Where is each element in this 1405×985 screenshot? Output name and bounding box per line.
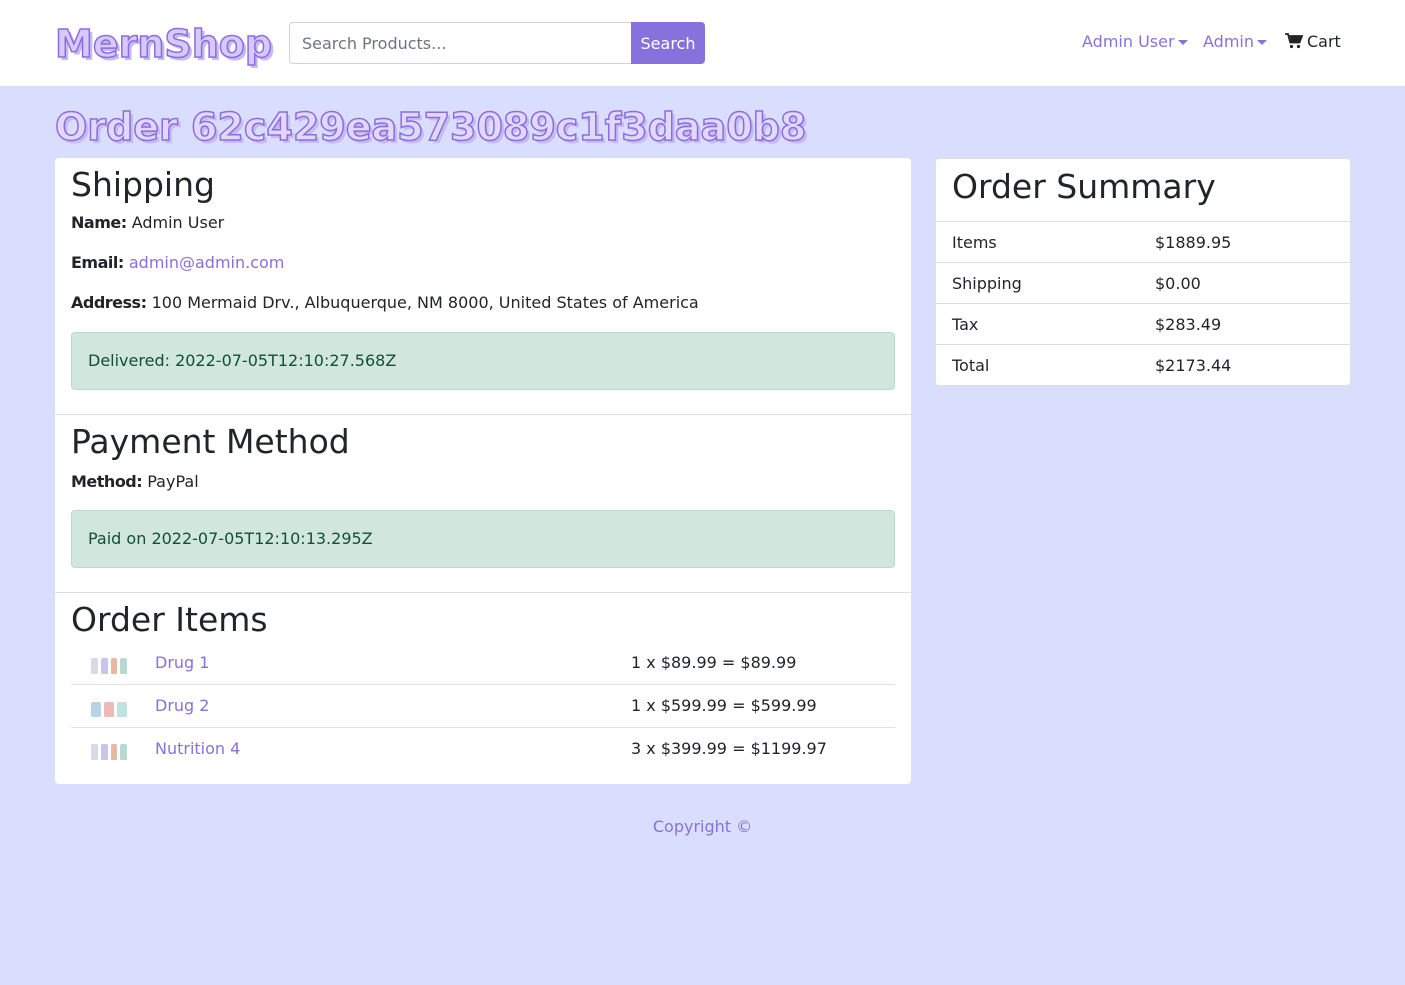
bottle-shape (120, 744, 127, 760)
order-summary-card: Order Summary Items $1889.95 Shipping $0… (935, 158, 1351, 386)
user-menu-label: Admin User (1082, 32, 1175, 51)
shipping-section: Shipping Name: Admin User Email: admin@a… (55, 158, 911, 414)
shipping-email: Email: admin@admin.com (71, 252, 284, 274)
method-value: PayPal (147, 472, 199, 491)
line-total: 3 x $399.99 = $1199.97 (631, 739, 827, 758)
bottle-shape (110, 744, 118, 760)
search-input[interactable] (289, 22, 632, 64)
name-value: Admin User (131, 213, 225, 232)
summary-label: Shipping (952, 274, 1022, 293)
line-total: 1 x $599.99 = $599.99 (631, 696, 817, 715)
shipping-address: Address: 100 Mermaid Drv., Albuquerque, … (71, 292, 699, 314)
method-label: Method: (71, 472, 143, 491)
product-image (91, 654, 127, 674)
bottle-shape (91, 702, 101, 717)
address-value: 100 Mermaid Drv., Albuquerque, NM 8000, … (151, 293, 699, 312)
summary-row-shipping: Shipping $0.00 (936, 262, 1350, 303)
product-link[interactable]: Nutrition 4 (155, 738, 240, 760)
payment-method: Method: PayPal (71, 471, 199, 493)
order-items-title: Order Items (71, 600, 268, 639)
name-label: Name: (71, 213, 127, 232)
shipping-name: Name: Admin User (71, 212, 224, 234)
payment-section: Payment Method Method: PayPal Paid on 20… (55, 414, 911, 592)
cart-link[interactable]: Cart (1285, 31, 1341, 55)
bottle-shape (100, 658, 108, 674)
bottle-shape (120, 658, 127, 674)
email-link[interactable]: admin@admin.com (129, 253, 285, 272)
admin-menu-dropdown[interactable]: Admin (1203, 31, 1267, 53)
product-image (91, 740, 127, 760)
bottle-shape (117, 702, 127, 717)
search-button[interactable]: Search (631, 22, 705, 64)
summary-value: $1889.95 (1155, 233, 1232, 252)
summary-label: Total (952, 356, 990, 375)
paid-alert: Paid on 2022-07-05T12:10:13.295Z (71, 510, 895, 568)
address-label: Address: (71, 293, 147, 312)
bottle-shape (91, 744, 98, 760)
bottle-shape (91, 658, 98, 674)
order-details-card: Shipping Name: Admin User Email: admin@a… (55, 158, 911, 784)
summary-value: $283.49 (1155, 315, 1222, 334)
page-title: Order 62c429ea573089c1f3daa0b8 (54, 104, 807, 150)
product-link[interactable]: Drug 2 (155, 695, 209, 717)
summary-label: Tax (952, 315, 979, 334)
list-item: Drug 1 1 x $89.99 = $89.99 (71, 642, 895, 685)
product-image (91, 697, 127, 717)
list-item: Drug 2 1 x $599.99 = $599.99 (71, 685, 895, 728)
bottle-shape (104, 702, 114, 717)
chevron-down-icon (1177, 40, 1188, 45)
summary-value: $2173.44 (1155, 356, 1232, 375)
bottle-shape (110, 658, 118, 674)
summary-label: Items (952, 233, 997, 252)
line-total: 1 x $89.99 = $89.99 (631, 653, 797, 672)
brand-logo[interactable]: MernShop (54, 19, 273, 69)
summary-row-items: Items $1889.95 (936, 221, 1350, 262)
delivered-alert: Delivered: 2022-07-05T12:10:27.568Z (71, 332, 895, 390)
email-label: Email: (71, 253, 124, 272)
bottle-shape (100, 744, 108, 760)
admin-menu-label: Admin (1203, 32, 1254, 51)
user-menu-dropdown[interactable]: Admin User (1082, 31, 1188, 53)
shipping-title: Shipping (71, 165, 215, 204)
summary-row-tax: Tax $283.49 (936, 303, 1350, 344)
summary-value: $0.00 (1155, 274, 1201, 293)
footer-copyright: Copyright © (652, 817, 753, 836)
navbar: MernShop Search Admin User Admin Cart (0, 0, 1405, 86)
order-items-list: Drug 1 1 x $89.99 = $89.99 Drug 2 1 x $5… (71, 642, 895, 771)
cart-label: Cart (1307, 32, 1341, 51)
summary-row-total: Total $2173.44 (936, 344, 1350, 385)
payment-title: Payment Method (71, 422, 350, 461)
shopping-cart-icon (1285, 33, 1304, 55)
product-link[interactable]: Drug 1 (155, 652, 209, 674)
order-summary-title: Order Summary (952, 167, 1216, 206)
chevron-down-icon (1257, 40, 1267, 45)
list-item: Nutrition 4 3 x $399.99 = $1199.97 (71, 728, 895, 771)
